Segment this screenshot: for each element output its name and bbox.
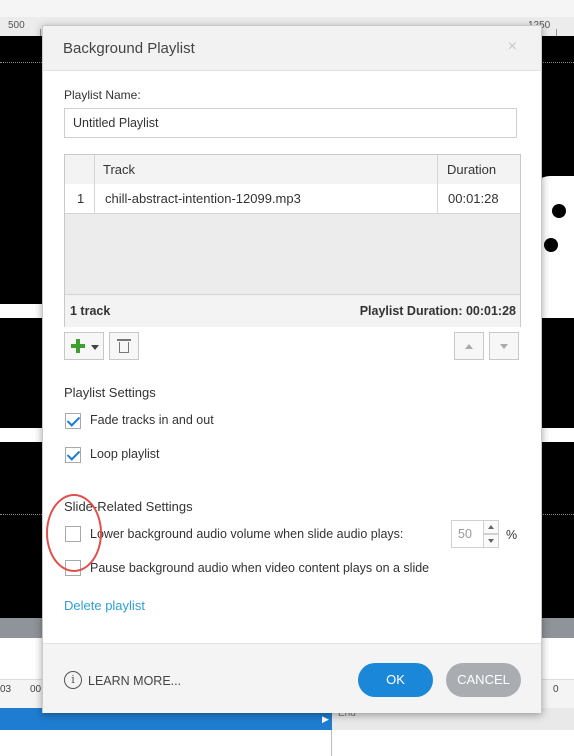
track-count: 1 track <box>70 304 111 318</box>
move-down-button[interactable] <box>489 332 519 360</box>
fade-tracks-label: Fade tracks in and out <box>90 413 214 427</box>
pause-audio-label: Pause background audio when video conten… <box>90 561 430 575</box>
slide-settings-title: Slide-Related Settings <box>64 499 193 514</box>
playlist-settings-title: Playlist Settings <box>64 385 156 400</box>
play-arrow-icon: ▶ <box>322 714 329 724</box>
delete-playlist-link[interactable]: Delete playlist <box>64 598 145 613</box>
chevron-down-icon <box>91 345 99 350</box>
lower-volume-checkbox[interactable] <box>65 526 81 542</box>
fade-tracks-checkbox[interactable] <box>65 413 81 429</box>
trash-icon <box>117 339 131 353</box>
volume-stepper <box>483 520 499 548</box>
delete-track-button[interactable] <box>109 332 139 360</box>
ruler-tick <box>40 29 41 36</box>
playlist-name-label: Playlist Name: <box>64 88 141 102</box>
loop-playlist-label: Loop playlist <box>90 447 160 461</box>
dialog-footer: i LEARN MORE... OK CANCEL <box>43 643 541 713</box>
arrow-up-icon <box>465 344 473 349</box>
playlist-duration: Playlist Duration: 00:01:28 <box>359 304 516 318</box>
arrow-down-icon <box>500 344 508 349</box>
column-divider <box>437 155 438 213</box>
learn-more-link[interactable]: LEARN MORE... <box>88 674 181 688</box>
row-index: 1 <box>77 191 85 206</box>
info-icon[interactable]: i <box>64 671 82 689</box>
timeline-number: 03 <box>0 684 12 695</box>
column-header-track[interactable]: Track <box>103 162 135 177</box>
app-top-strip <box>0 0 574 17</box>
pause-audio-checkbox[interactable] <box>65 560 81 576</box>
ok-button[interactable]: OK <box>358 663 433 697</box>
track-duration-cell: 00:01:28 <box>448 191 499 206</box>
column-header-duration[interactable]: Duration <box>447 162 496 177</box>
table-header: Track Duration <box>65 155 520 185</box>
playlist-name-input[interactable] <box>64 108 517 138</box>
cancel-button[interactable]: CANCEL <box>446 663 521 697</box>
add-track-button[interactable] <box>64 332 104 360</box>
timeline-number: 0 <box>553 684 559 695</box>
timeline-number: 00 <box>30 684 42 695</box>
move-up-button[interactable] <box>454 332 484 360</box>
close-icon[interactable]: × <box>508 38 517 56</box>
table-footer: 1 track Playlist Duration: 00:01:28 <box>65 294 520 327</box>
percent-unit: % <box>506 528 518 542</box>
lower-volume-label: Lower background audio volume when slide… <box>90 527 404 541</box>
stepper-down-icon[interactable] <box>483 534 499 548</box>
stepper-up-icon[interactable] <box>483 520 499 534</box>
table-row[interactable]: 1 chill-abstract-intention-12099.mp3 00:… <box>65 184 520 214</box>
column-divider <box>94 155 95 213</box>
dialog-title: Background Playlist <box>63 40 195 57</box>
ruler-tick <box>556 29 557 36</box>
loop-playlist-checkbox[interactable] <box>65 447 81 463</box>
track-name-cell: chill-abstract-intention-12099.mp3 <box>105 191 301 206</box>
ruler-label: 500 <box>8 20 25 31</box>
timeline-divider <box>331 730 332 756</box>
track-table: Track Duration 1 chill-abstract-intentio… <box>64 154 521 327</box>
dialog-header: Background Playlist × <box>43 26 541 71</box>
background-playlist-dialog: Background Playlist × Playlist Name: Tra… <box>42 25 542 713</box>
plus-icon <box>70 338 86 354</box>
